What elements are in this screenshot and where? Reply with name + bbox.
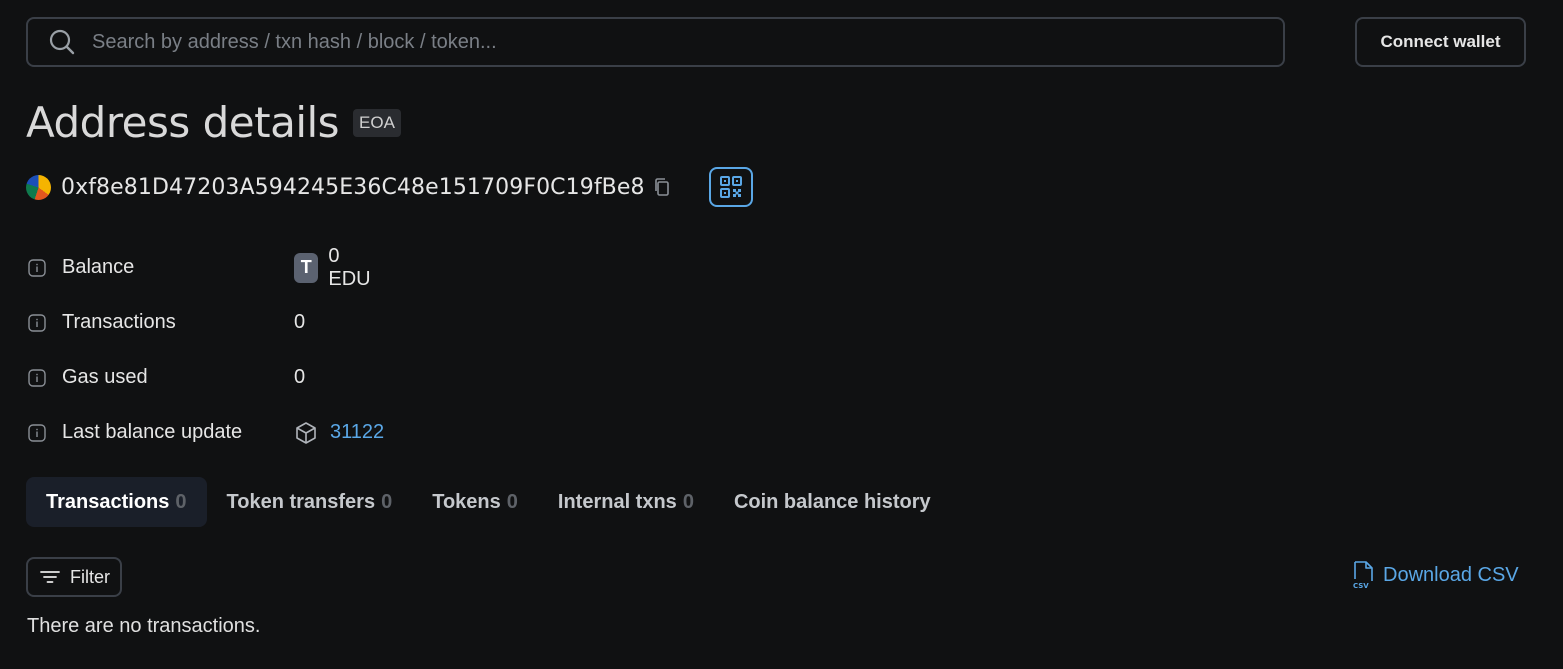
gas-used-row: Gas used 0 — [28, 350, 306, 405]
balance-amount: 0 EDU — [328, 244, 371, 290]
gas-used-label: Gas used — [62, 366, 148, 388]
balance-value: T 0 EDU — [294, 245, 376, 291]
filter-icon — [40, 571, 60, 583]
filter-label: Filter — [70, 566, 110, 587]
info-icon[interactable] — [28, 423, 46, 442]
tab-count: 0 — [682, 490, 694, 513]
copy-icon[interactable] — [653, 177, 671, 197]
csv-file-icon: CSV — [1353, 561, 1373, 589]
tab-label: Internal txns — [557, 490, 677, 513]
page-title: Address details — [26, 98, 340, 147]
transactions-row: Transactions 0 — [28, 295, 306, 350]
transactions-label: Transactions — [62, 311, 176, 333]
tab-count: 0 — [175, 490, 187, 513]
tab-count: 0 — [381, 490, 393, 513]
tab-transactions[interactable]: Transactions 0 — [26, 477, 207, 527]
search-bar[interactable] — [26, 17, 1285, 67]
block-icon — [296, 421, 316, 444]
tab-internal-txns[interactable]: Internal txns 0 — [538, 477, 714, 527]
svg-text:CSV: CSV — [1353, 582, 1369, 589]
tab-label: Transactions — [46, 490, 170, 513]
search-icon — [49, 29, 75, 55]
qr-code-button[interactable] — [708, 167, 753, 207]
tab-token-transfers[interactable]: Token transfers 0 — [207, 477, 413, 527]
empty-state-message: There are no transactions. — [27, 615, 261, 637]
page-header: Address details EOA — [26, 98, 401, 147]
last-balance-update-row: Last balance update 31122 — [28, 405, 384, 460]
tab-label: Token transfers — [226, 490, 376, 513]
tab-coin-balance-history[interactable]: Coin balance history — [714, 477, 951, 527]
balance-row: Balance T 0 EDU — [28, 240, 371, 295]
info-icon[interactable] — [28, 258, 46, 277]
tab-bar: Transactions 0 Token transfers 0 Tokens … — [26, 477, 951, 527]
download-csv-label: Download CSV — [1383, 563, 1519, 586]
balance-label: Balance — [62, 256, 135, 278]
tab-label: Coin balance history — [733, 490, 931, 513]
tab-count: 0 — [506, 490, 518, 513]
qr-code-icon — [719, 176, 742, 198]
block-link[interactable]: 31122 — [330, 421, 384, 444]
last-balance-update-label: Last balance update — [62, 421, 243, 443]
avatar — [26, 174, 51, 200]
transactions-value: 0 — [294, 311, 306, 333]
connect-wallet-button[interactable]: Connect wallet — [1355, 17, 1526, 67]
search-input[interactable] — [92, 30, 1283, 54]
tab-label: Tokens — [432, 490, 501, 513]
filter-button[interactable]: Filter — [26, 557, 122, 597]
download-csv-link[interactable]: CSV Download CSV — [1352, 561, 1519, 589]
last-balance-update-value: 31122 — [294, 421, 384, 445]
address-hash[interactable]: 0xf8e81D47203A594245E36C48e151709F0C19fB… — [61, 175, 645, 200]
info-icon[interactable] — [28, 368, 46, 387]
account-type-badge: EOA — [353, 108, 401, 137]
tab-tokens[interactable]: Tokens 0 — [412, 477, 538, 527]
info-icon[interactable] — [28, 313, 46, 332]
address-details: Balance T 0 EDU Transactions 0 Gas used … — [28, 240, 384, 460]
gas-used-value: 0 — [294, 366, 306, 388]
token-icon: T — [294, 252, 319, 283]
address-row: 0xf8e81D47203A594245E36C48e151709F0C19fB… — [26, 167, 753, 207]
